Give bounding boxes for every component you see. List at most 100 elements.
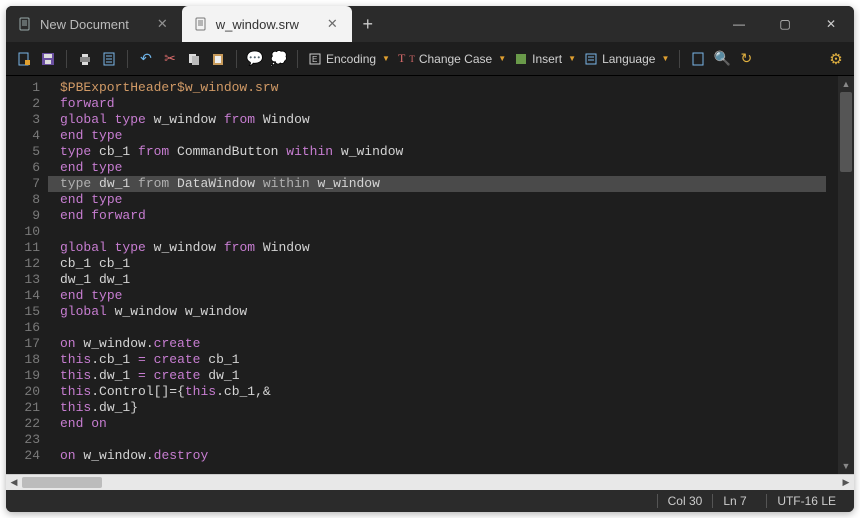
scroll-right-icon[interactable]: ▶ — [838, 475, 854, 491]
line-number: 14 — [6, 288, 40, 304]
code-line[interactable]: end type — [60, 128, 838, 144]
find-icon[interactable]: 🔍 — [712, 49, 732, 69]
line-number: 6 — [6, 160, 40, 176]
line-number: 2 — [6, 96, 40, 112]
maximize-button[interactable]: ▢ — [762, 6, 808, 42]
scroll-thumb[interactable] — [840, 92, 852, 172]
uncomment-icon[interactable]: 💭 — [269, 49, 289, 69]
chevron-down-icon: ▼ — [498, 54, 506, 63]
tab-w-window[interactable]: w_window.srw ✕ — [182, 6, 352, 42]
line-number: 4 — [6, 128, 40, 144]
code-line[interactable]: this.dw_1} — [60, 400, 838, 416]
clipboard-icon[interactable] — [99, 49, 119, 69]
line-number: 9 — [6, 208, 40, 224]
undo-icon[interactable]: ↶ — [136, 49, 156, 69]
close-icon[interactable]: ✕ — [327, 16, 338, 32]
code-line[interactable]: global type w_window from Window — [60, 240, 838, 256]
new-file-icon[interactable] — [14, 49, 34, 69]
settings-icon[interactable]: ⚙ — [826, 49, 846, 69]
change-case-label: Change Case — [419, 52, 492, 66]
code-line[interactable]: end type — [60, 192, 838, 208]
code-line[interactable]: forward — [60, 96, 838, 112]
document-tree-icon[interactable] — [688, 49, 708, 69]
editor-window: New Document ✕ w_window.srw ✕ + — ▢ ✕ ↶ — [6, 6, 854, 512]
code-line[interactable] — [60, 224, 838, 240]
status-encoding: UTF-16 LE — [766, 494, 846, 508]
line-number: 20 — [6, 384, 40, 400]
line-number: 22 — [6, 416, 40, 432]
line-number: 16 — [6, 320, 40, 336]
insert-menu[interactable]: Insert ▼ — [512, 52, 578, 66]
tab-new-document[interactable]: New Document ✕ — [6, 6, 182, 42]
code-area[interactable]: $PBExportHeader$w_window.srwforwardgloba… — [48, 76, 838, 474]
code-line[interactable] — [60, 432, 838, 448]
line-number: 23 — [6, 432, 40, 448]
code-line[interactable]: this.cb_1 = create cb_1 — [60, 352, 838, 368]
code-line[interactable]: this.dw_1 = create dw_1 — [60, 368, 838, 384]
minimize-button[interactable]: — — [716, 6, 762, 42]
code-line[interactable] — [60, 320, 838, 336]
document-icon — [194, 17, 208, 31]
code-line[interactable]: type cb_1 from CommandButton within w_wi… — [60, 144, 838, 160]
line-number: 7 — [6, 176, 40, 192]
code-line[interactable]: global type w_window from Window — [60, 112, 838, 128]
scroll-thumb[interactable] — [22, 477, 102, 488]
code-line[interactable]: this.Control[]={this.cb_1,& — [60, 384, 838, 400]
cut-icon[interactable]: ✂ — [160, 49, 180, 69]
save-icon[interactable] — [38, 49, 58, 69]
close-icon[interactable]: ✕ — [157, 16, 168, 32]
svg-text:E: E — [312, 55, 317, 64]
line-number: 3 — [6, 112, 40, 128]
line-number: 8 — [6, 192, 40, 208]
line-number: 19 — [6, 368, 40, 384]
vertical-scrollbar[interactable]: ▲ ▼ — [838, 76, 854, 474]
code-line[interactable]: end type — [60, 288, 838, 304]
horizontal-scrollbar[interactable]: ◀ ▶ — [6, 474, 854, 490]
tab-label: w_window.srw — [216, 17, 299, 32]
refresh-icon[interactable]: ↻ — [736, 49, 756, 69]
scroll-up-icon[interactable]: ▲ — [838, 76, 854, 92]
code-line[interactable]: type dw_1 from DataWindow within w_windo… — [48, 176, 826, 192]
change-case-menu[interactable]: TT Change Case ▼ — [396, 51, 508, 66]
encoding-menu[interactable]: E Encoding ▼ — [306, 52, 392, 66]
line-number: 24 — [6, 448, 40, 464]
close-window-button[interactable]: ✕ — [808, 6, 854, 42]
print-icon[interactable] — [75, 49, 95, 69]
scroll-down-icon[interactable]: ▼ — [838, 458, 854, 474]
status-column: Col 30 — [657, 494, 713, 508]
copy-icon[interactable] — [184, 49, 204, 69]
code-line[interactable]: on w_window.destroy — [60, 448, 838, 464]
line-number: 10 — [6, 224, 40, 240]
encoding-label: Encoding — [326, 52, 376, 66]
line-number: 21 — [6, 400, 40, 416]
title-bar: New Document ✕ w_window.srw ✕ + — ▢ ✕ — [6, 6, 854, 42]
code-line[interactable]: cb_1 cb_1 — [60, 256, 838, 272]
status-line: Ln 7 — [712, 494, 766, 508]
line-number: 18 — [6, 352, 40, 368]
new-tab-button[interactable]: + — [352, 6, 384, 42]
chevron-down-icon: ▼ — [568, 54, 576, 63]
line-number: 15 — [6, 304, 40, 320]
tab-strip: New Document ✕ w_window.srw ✕ — [6, 6, 352, 42]
scroll-left-icon[interactable]: ◀ — [6, 475, 22, 491]
code-line[interactable]: dw_1 dw_1 — [60, 272, 838, 288]
comment-icon[interactable]: 💬 — [245, 49, 265, 69]
code-line[interactable]: end type — [60, 160, 838, 176]
code-line[interactable]: on w_window.create — [60, 336, 838, 352]
line-number: 13 — [6, 272, 40, 288]
language-menu[interactable]: Language ▼ — [582, 52, 671, 66]
document-icon — [18, 17, 32, 31]
status-bar: Col 30 Ln 7 UTF-16 LE — [6, 490, 854, 512]
line-number: 1 — [6, 80, 40, 96]
code-line[interactable]: global w_window w_window — [60, 304, 838, 320]
code-line[interactable]: end forward — [60, 208, 838, 224]
language-label: Language — [602, 52, 655, 66]
line-number: 11 — [6, 240, 40, 256]
paste-icon[interactable] — [208, 49, 228, 69]
code-line[interactable]: end on — [60, 416, 838, 432]
toolbar: ↶ ✂ 💬 💭 E Encoding ▼ TT Change Case ▼ In… — [6, 42, 854, 76]
code-line[interactable]: $PBExportHeader$w_window.srw — [60, 80, 838, 96]
tab-label: New Document — [40, 17, 129, 32]
line-number: 17 — [6, 336, 40, 352]
chevron-down-icon: ▼ — [661, 54, 669, 63]
